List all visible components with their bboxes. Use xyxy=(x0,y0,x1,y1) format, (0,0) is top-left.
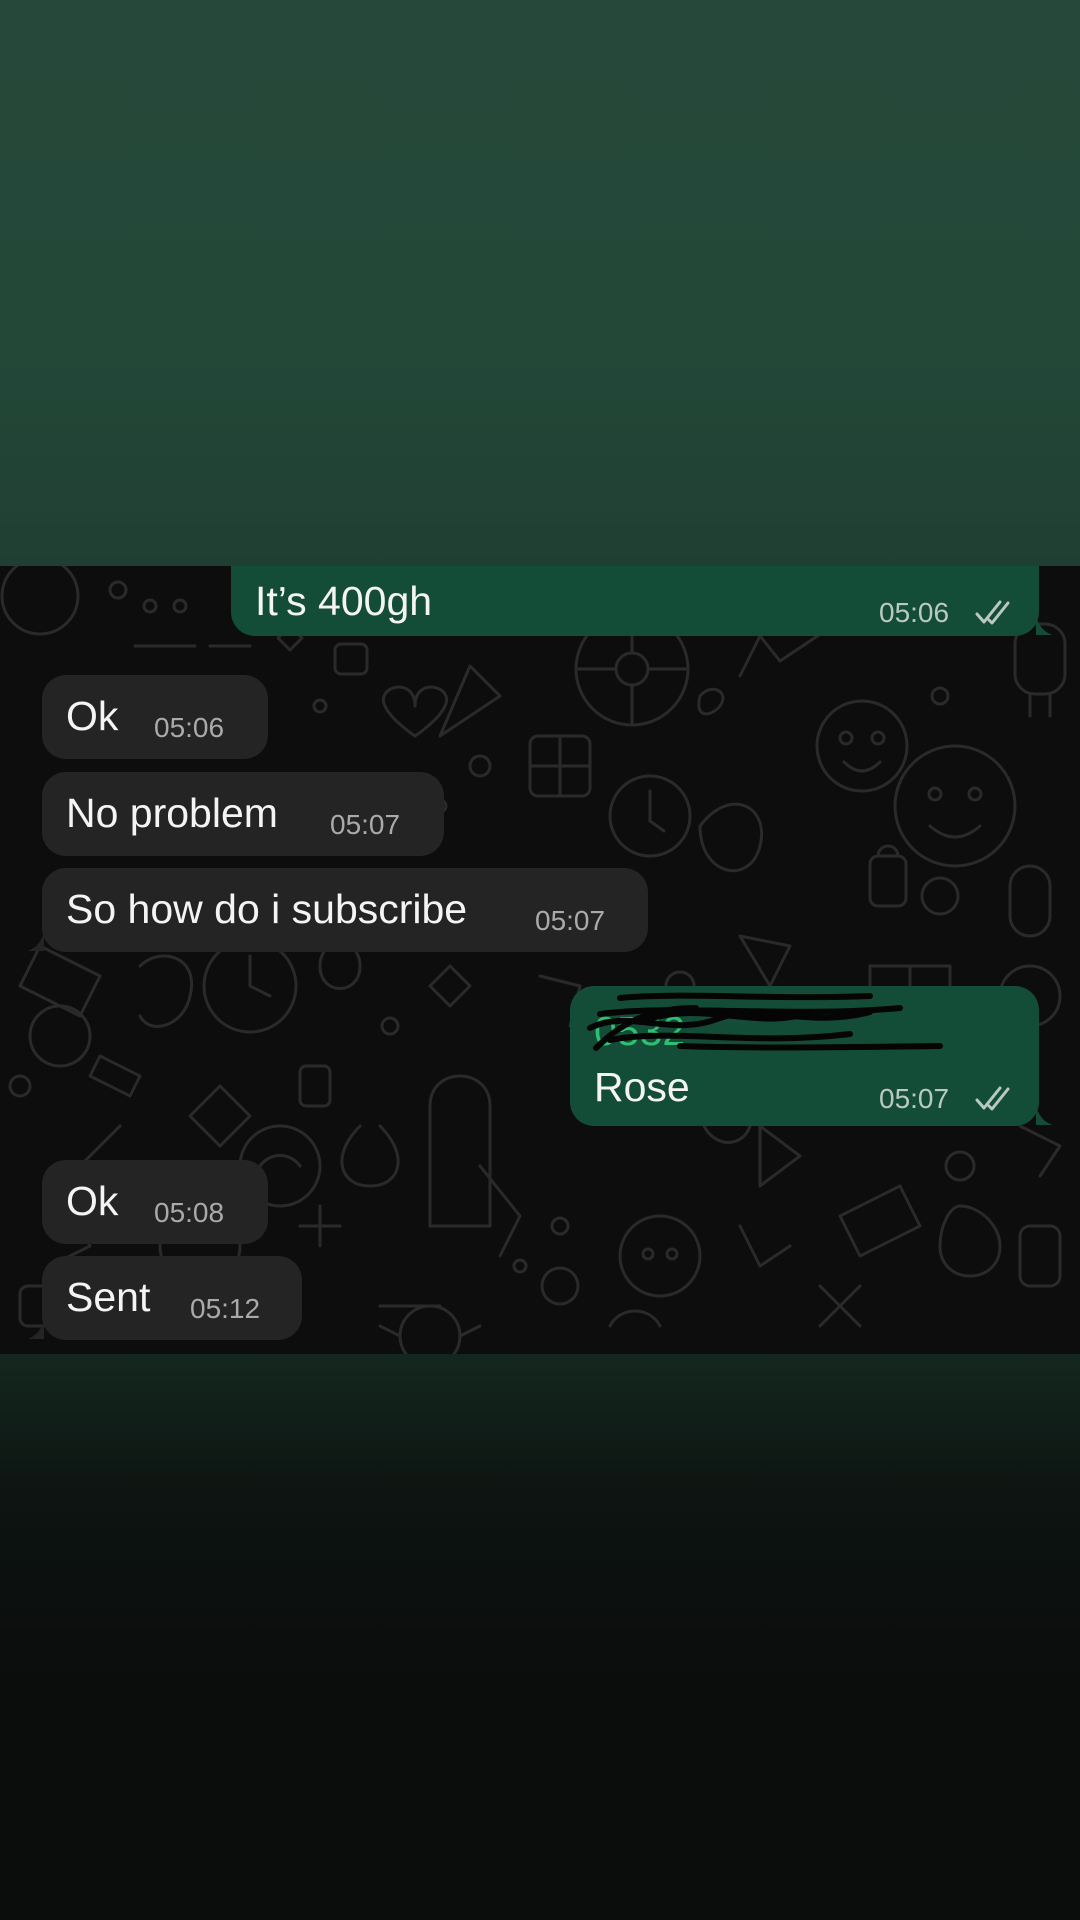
incoming-message-bubble[interactable]: So how do i subscribe 05:07 xyxy=(42,868,648,952)
message-text: Ok xyxy=(66,1178,119,1224)
message-text: Sent xyxy=(66,1274,151,1320)
top-blurred-band xyxy=(0,0,1080,566)
incoming-message-bubble[interactable]: Ok 05:08 xyxy=(42,1160,268,1244)
bubble-tail xyxy=(27,1321,44,1339)
chat-area[interactable]: It’s 400gh 05:06 Ok 05:06 No problem 05:… xyxy=(0,566,1080,1354)
message-text: It’s 400gh xyxy=(255,578,433,624)
message-time: 05:06 xyxy=(154,712,225,743)
bubble-tail xyxy=(1036,1107,1053,1125)
message-time: 05:07 xyxy=(535,905,606,936)
bubble-tail xyxy=(1036,617,1053,635)
message-text: So how do i subscribe xyxy=(66,886,468,932)
message-time: 05:07 xyxy=(330,809,401,840)
message-time: 05:06 xyxy=(879,597,950,628)
outgoing-message-bubble[interactable]: It’s 400gh 05:06 xyxy=(231,566,1039,636)
incoming-message-bubble[interactable]: Ok 05:06 xyxy=(42,675,268,759)
bubble-tail xyxy=(27,933,44,951)
redaction-scribble xyxy=(587,992,943,1051)
bottom-dark-band xyxy=(0,1354,1080,1920)
message-time: 05:12 xyxy=(190,1293,261,1324)
message-time: 05:08 xyxy=(154,1197,225,1228)
message-time: 05:07 xyxy=(879,1083,950,1114)
message-text: Ok xyxy=(66,693,119,739)
incoming-message-bubble[interactable]: Sent 05:12 xyxy=(42,1256,302,1340)
read-double-tick-icon xyxy=(975,1086,1010,1111)
message-text: No problem xyxy=(66,790,278,836)
incoming-message-bubble[interactable]: No problem 05:07 xyxy=(42,772,444,856)
message-text: Rose xyxy=(594,1064,690,1110)
outgoing-message-bubble[interactable]: 0532 Rose 05:07 xyxy=(570,986,1039,1126)
read-double-tick-icon xyxy=(975,600,1010,625)
